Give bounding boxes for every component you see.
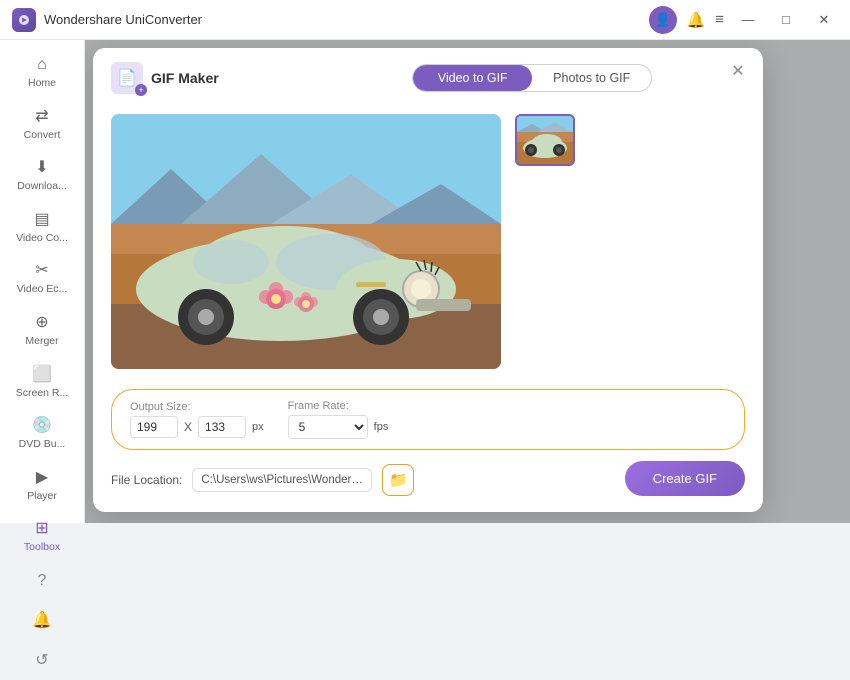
modal-header: 📄 + GIF Maker Video to GIF Photos to GIF… [93, 48, 763, 104]
sidebar-label-dvd-burn: DVD Bu... [19, 438, 66, 451]
refresh-icon[interactable]: ↺ [0, 640, 84, 680]
main-content: 📄 + GIF Maker Video to GIF Photos to GIF… [85, 40, 850, 523]
sidebar-item-dvd-burn[interactable]: 💿 DVD Bu... [0, 407, 84, 459]
fps-select[interactable]: 5 10 15 20 25 30 [288, 415, 368, 439]
sidebar-label-video-edit: Video Ec... [17, 283, 68, 296]
create-gif-button[interactable]: Create GIF [625, 461, 745, 496]
sidebar-item-video-edit[interactable]: ✂ Video Ec... [0, 252, 84, 304]
notification-icon[interactable]: 🔔 [0, 600, 84, 640]
file-location-label: File Location: [111, 473, 182, 487]
title-bar: Wondershare UniConverter 👤 🔔 ≡ — □ ✕ [0, 0, 850, 40]
sidebar-item-home[interactable]: ⌂ Home [0, 48, 84, 98]
sidebar-item-video-compress[interactable]: ▤ Video Co... [0, 201, 84, 253]
car-preview-svg [111, 114, 501, 369]
home-icon: ⌂ [37, 56, 47, 74]
modal-close-button[interactable]: ✕ [727, 60, 749, 82]
sidebar-item-convert[interactable]: ⇄ Convert [0, 98, 84, 150]
width-input[interactable] [130, 416, 178, 438]
height-input[interactable] [198, 416, 246, 438]
modal-title: GIF Maker [151, 70, 219, 86]
menu-icon[interactable]: ≡ [715, 11, 724, 28]
close-button[interactable]: ✕ [810, 6, 838, 34]
modal-overlay: 📄 + GIF Maker Video to GIF Photos to GIF… [85, 40, 850, 523]
sidebar-label-video-compress: Video Co... [16, 232, 68, 245]
sidebar-label-convert: Convert [24, 129, 61, 142]
tab-photos-to-gif[interactable]: Photos to GIF [532, 65, 651, 91]
sidebar-label-home: Home [28, 77, 56, 90]
sidebar-item-player[interactable]: ▶ Player [0, 459, 84, 511]
sidebar: ⌂ Home ⇄ Convert ⬇ Downloa... ▤ Video Co… [0, 40, 85, 523]
sidebar-item-download[interactable]: ⬇ Downloa... [0, 149, 84, 201]
video-preview [111, 114, 501, 369]
px-unit: px [252, 421, 264, 433]
toolbox-icon: ⊞ [35, 518, 48, 538]
bell-icon[interactable]: 🔔 [687, 11, 706, 29]
help-icon[interactable]: ? [0, 562, 84, 600]
video-compress-icon: ▤ [34, 209, 49, 229]
sidebar-label-screen-record: Screen R... [16, 387, 69, 400]
sidebar-label-toolbox: Toolbox [24, 541, 60, 554]
minimize-button[interactable]: — [734, 6, 762, 34]
dvd-burn-icon: 💿 [32, 415, 52, 435]
modal-settings: Output Size: X px Frame Rate: 5 [111, 389, 745, 450]
thumbnail-item[interactable] [515, 114, 575, 166]
user-icon[interactable]: 👤 [649, 6, 677, 34]
video-edit-icon: ✂ [35, 260, 48, 280]
download-icon: ⬇ [35, 157, 48, 177]
gif-modal: 📄 + GIF Maker Video to GIF Photos to GIF… [93, 48, 763, 512]
modal-tabs: Video to GIF Photos to GIF [412, 64, 652, 92]
screen-record-icon: ⬜ [32, 364, 52, 384]
merger-icon: ⊕ [35, 312, 48, 332]
add-file-icon[interactable]: 📄 + [111, 62, 143, 94]
sidebar-label-download: Downloa... [17, 180, 67, 193]
output-size-group: Output Size: X px [130, 401, 264, 438]
sidebar-item-screen-record[interactable]: ⬜ Screen R... [0, 356, 84, 408]
sidebar-bottom: ? 🔔 ↺ [0, 562, 84, 680]
output-size-label: Output Size: [130, 401, 264, 413]
convert-icon: ⇄ [35, 106, 48, 126]
plus-badge: + [135, 84, 147, 96]
app-body: ⌂ Home ⇄ Convert ⬇ Downloa... ▤ Video Co… [0, 40, 850, 523]
folder-browse-button[interactable]: 📁 [382, 464, 414, 496]
sidebar-item-merger[interactable]: ⊕ Merger [0, 304, 84, 356]
app-title: Wondershare UniConverter [44, 12, 202, 27]
player-icon: ▶ [36, 467, 48, 487]
title-bar-controls: 👤 🔔 ≡ — □ ✕ [649, 6, 838, 34]
sidebar-label-player: Player [27, 490, 57, 503]
sidebar-label-merger: Merger [25, 335, 58, 348]
frame-rate-group: Frame Rate: 5 10 15 20 25 30 fps [288, 400, 389, 439]
frame-rate-inputs: 5 10 15 20 25 30 fps [288, 415, 389, 439]
frame-rate-label: Frame Rate: [288, 400, 389, 412]
output-size-inputs: X px [130, 416, 264, 438]
thumbnail-strip [515, 114, 575, 369]
maximize-button[interactable]: □ [772, 6, 800, 34]
app-logo [12, 8, 36, 32]
x-separator: X [184, 420, 192, 434]
file-location-input[interactable] [192, 468, 372, 492]
modal-body [93, 104, 763, 381]
tab-video-to-gif[interactable]: Video to GIF [413, 65, 532, 91]
fps-unit: fps [374, 421, 389, 433]
sidebar-item-toolbox[interactable]: ⊞ Toolbox [0, 510, 84, 562]
